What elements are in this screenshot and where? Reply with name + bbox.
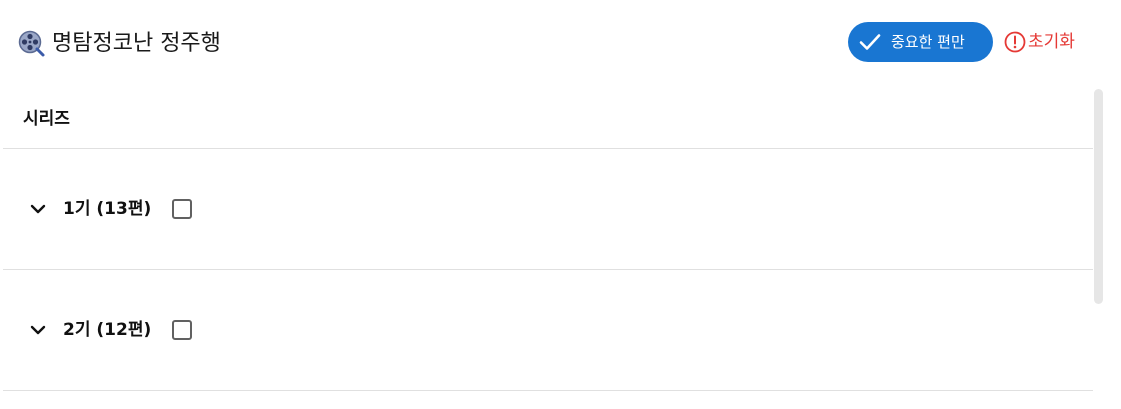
film-reel-magnifier-icon [18,30,45,57]
series-list: 시리즈 1기 (13편) 2기 (12편) [3,88,1093,409]
page-title: 명탐정코난 정주행 [52,31,221,56]
app-header: 명탐정코난 정주행 중요한 편만 초기화 [0,0,1121,88]
series-list-header: 시리즈 [3,88,1093,149]
check-icon [859,34,881,50]
season-label: 2기 (12편) [63,320,152,340]
chevron-down-icon[interactable] [28,199,48,219]
alert-circle-icon [1004,31,1026,53]
series-column-title: 시리즈 [23,109,70,129]
season-row[interactable]: 1기 (13편) [3,149,1093,270]
list-scrollbar[interactable] [1094,89,1103,304]
important-episodes-label: 중요한 편만 [891,33,965,51]
season-row[interactable]: 2기 (12편) [3,270,1093,391]
important-episodes-button[interactable]: 중요한 편만 [848,22,993,62]
chevron-down-icon[interactable] [28,320,48,340]
season-checkbox[interactable] [170,318,194,342]
season-checkbox[interactable] [170,197,194,221]
season-label: 1기 (13편) [63,199,152,219]
reset-button[interactable]: 초기화 [1004,30,1075,54]
reset-label: 초기화 [1028,32,1075,52]
